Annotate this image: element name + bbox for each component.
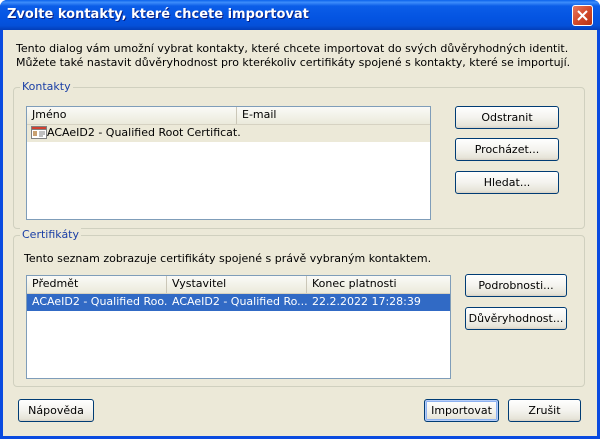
contacts-list-header: Jméno E-mail bbox=[27, 107, 430, 125]
certificates-description: Tento seznam zobrazuje certifikáty spoje… bbox=[24, 252, 432, 265]
remove-button[interactable]: Odstranit bbox=[455, 106, 559, 129]
browse-button[interactable]: Procházet... bbox=[455, 138, 559, 161]
contact-name: ACAeID2 - Qualified Root Certificat... bbox=[47, 126, 240, 139]
column-header-name[interactable]: Jméno bbox=[27, 107, 237, 124]
certificate-issuer: ACAeID2 - Qualified Ro... bbox=[172, 295, 307, 308]
contacts-list[interactable]: Jméno E-mail ACAeID2 - Qualified Root Ce… bbox=[26, 106, 431, 220]
contact-row[interactable]: ACAeID2 - Qualified Root Certificat... bbox=[27, 125, 430, 142]
contacts-group: Kontakty Jméno E-mail ACAeID2 - Qualifie… bbox=[13, 80, 585, 229]
dialog-body: Tento dialog vám umožní vybrat kontakty,… bbox=[3, 30, 597, 436]
column-header-expiry[interactable]: Konec platnosti bbox=[307, 276, 450, 293]
search-button[interactable]: Hledat... bbox=[455, 171, 559, 194]
close-button[interactable] bbox=[572, 5, 593, 26]
trust-button[interactable]: Důvěryhodnost... bbox=[465, 307, 567, 330]
import-button[interactable]: Importovat bbox=[424, 399, 499, 422]
contacts-group-label: Kontakty bbox=[20, 80, 73, 94]
column-header-email[interactable]: E-mail bbox=[237, 107, 430, 124]
certificate-subject: ACAeID2 - Qualified Roo... bbox=[32, 295, 167, 308]
column-header-issuer[interactable]: Vystavitel bbox=[167, 276, 307, 293]
title-bar[interactable]: Zvolte kontakty, které chcete importovat bbox=[0, 0, 600, 30]
cancel-button[interactable]: Zrušit bbox=[508, 399, 581, 422]
help-button[interactable]: Nápověda bbox=[18, 399, 94, 422]
column-header-subject[interactable]: Předmět bbox=[27, 276, 167, 293]
dialog-window: Zvolte kontakty, které chcete importovat… bbox=[0, 0, 600, 439]
close-icon bbox=[577, 10, 588, 21]
certificates-group: Certifikáty Tento seznam zobrazuje certi… bbox=[13, 228, 585, 387]
certificate-row[interactable]: ACAeID2 - Qualified Roo... ACAeID2 - Qua… bbox=[27, 294, 450, 311]
certificates-list-header: Předmět Vystavitel Konec platnosti bbox=[27, 276, 450, 294]
certificates-list[interactable]: Předmět Vystavitel Konec platnosti ACAeI… bbox=[26, 275, 451, 379]
intro-text: Tento dialog vám umožní vybrat kontakty,… bbox=[16, 42, 571, 69]
certificates-group-label: Certifikáty bbox=[20, 228, 82, 242]
window-title: Zvolte kontakty, které chcete importovat bbox=[7, 7, 309, 22]
contact-email bbox=[237, 125, 427, 142]
certificate-expiry: 22.2.2022 17:28:39 bbox=[312, 295, 421, 308]
details-button[interactable]: Podrobnosti... bbox=[465, 274, 567, 297]
